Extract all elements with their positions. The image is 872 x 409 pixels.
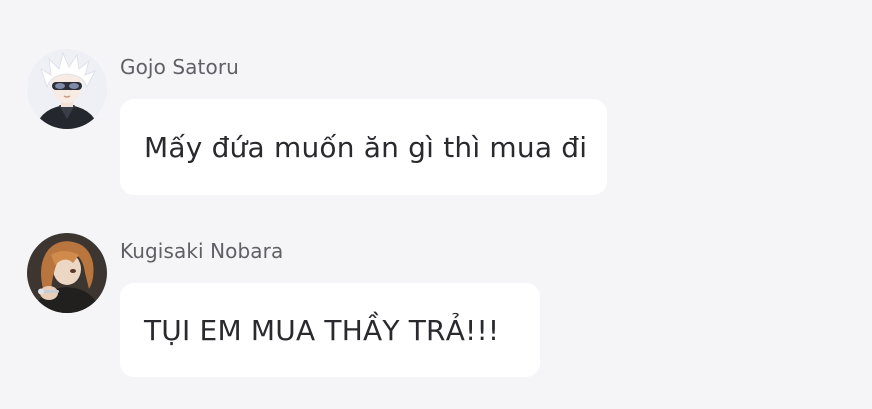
message-text: TỤI EM MUA THẦY TRẢ!!! [144, 313, 500, 347]
message-text: Mấy đứa muốn ăn gì thì mua đi [144, 130, 588, 164]
avatar[interactable] [27, 233, 107, 313]
sender-name: Kugisaki Nobara [120, 239, 284, 263]
message-bubble[interactable]: Mấy đứa muốn ăn gì thì mua đi [120, 99, 607, 195]
brown-haired-person-avatar-icon [27, 233, 107, 313]
white-haired-person-avatar-icon [27, 49, 107, 129]
sender-name: Gojo Satoru [120, 55, 239, 79]
avatar[interactable] [27, 49, 107, 129]
message-bubble[interactable]: TỤI EM MUA THẦY TRẢ!!! [120, 283, 540, 377]
chat-thread: Gojo Satoru Mấy đứa muốn ăn gì thì mua đ… [0, 0, 872, 409]
